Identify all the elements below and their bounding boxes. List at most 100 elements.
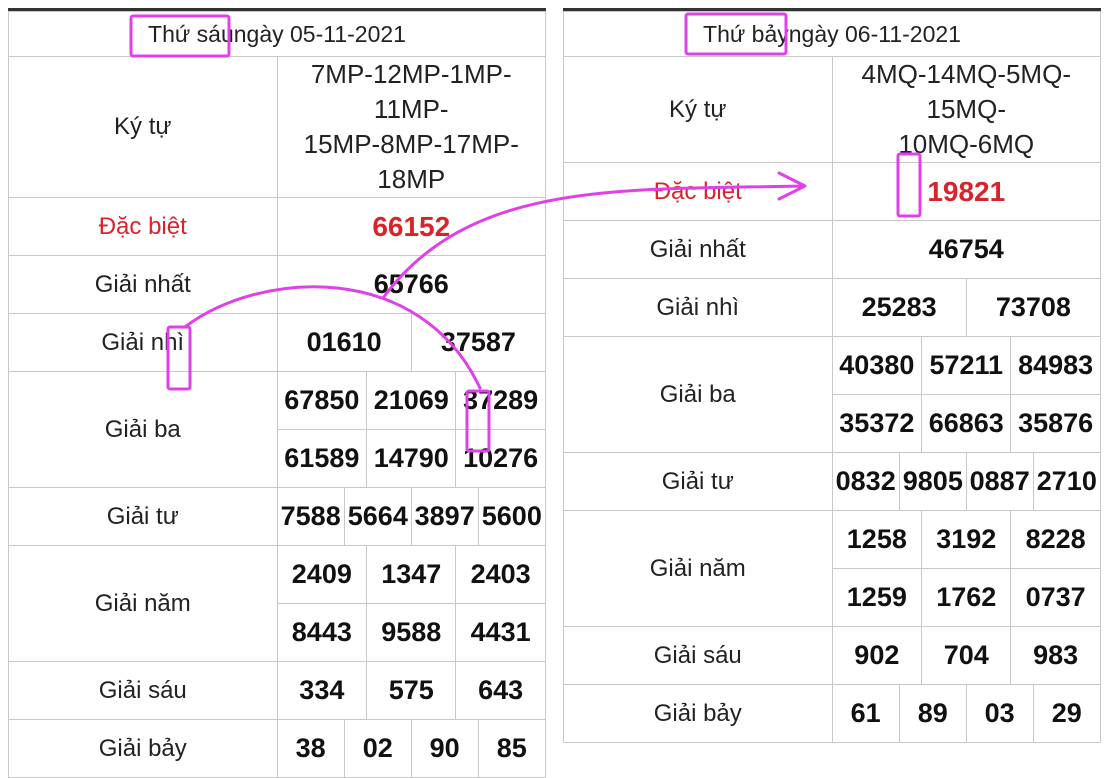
giai-nam-value: 0737: [1010, 568, 1100, 626]
giai-ba-value: 35372: [832, 394, 923, 452]
dac-biet-label: Đặc biệt: [563, 162, 833, 221]
giai-nhi-label: Giải nhì: [8, 313, 278, 372]
giai-nam-value: 1347: [366, 546, 457, 604]
day-name: Thứ sáu: [148, 20, 234, 47]
giai-sau-value: 643: [478, 675, 524, 705]
giai-bay-value: 29: [1051, 698, 1082, 728]
giai-sau-value: 983: [1033, 640, 1079, 670]
date-text: ngày 06-11-2021: [788, 20, 961, 47]
results-table-right: Thứ bảyngày 06-11-2021 Ký tự 4MQ-14MQ-5M…: [563, 11, 1101, 743]
giai-ba-label: Giải ba: [8, 371, 278, 488]
dac-biet-value: 19821: [831, 162, 1101, 221]
giai-ba-value: 61589: [277, 429, 368, 487]
giai-bay-value: 02: [344, 720, 412, 777]
giai-nam-value: 2403: [470, 559, 531, 589]
giai-ba-value: 35876: [1010, 394, 1100, 452]
giai-nam-cell: 1258 3192 8228 1259 1762 0737: [831, 510, 1101, 627]
giai-tu-cell: 0832 9805 0887 2710: [831, 452, 1101, 511]
results-panel-right: Thứ bảyngày 06-11-2021 Ký tự 4MQ-14MQ-5M…: [563, 8, 1101, 743]
giai-ba-value: 84983: [1018, 350, 1094, 380]
giai-bay-value: 61: [832, 685, 900, 742]
giai-ba-value: 10276: [455, 429, 545, 487]
giai-tu-value: 9805: [899, 453, 967, 510]
giai-nam-value: 1258: [832, 511, 923, 569]
giai-ba-cell: 40380 57211 84983 35372 66863 35876: [831, 336, 1101, 453]
giai-ba-value: 67850: [277, 372, 368, 430]
giai-tu-value: 3897: [411, 488, 479, 545]
ky-tu-value: 4MQ-14MQ-5MQ-15MQ- 10MQ-6MQ: [831, 56, 1101, 163]
giai-nhi-value: 01610: [277, 314, 412, 371]
date-header: Thứ sáungày 05-11-2021: [8, 11, 546, 57]
giai-nam-value: 4431: [455, 603, 545, 661]
giai-nam-value: 8443: [277, 603, 368, 661]
giai-ba-value: 14790: [366, 429, 457, 487]
giai-nhi-cell: 01610 37587: [276, 313, 546, 372]
giai-ba-value: 66863: [921, 394, 1012, 452]
giai-sau-value: 704: [921, 627, 1012, 684]
giai-bay-value: 90: [411, 720, 479, 777]
giai-sau-value: 902: [832, 627, 923, 684]
giai-ba-value: 40380: [832, 337, 923, 395]
giai-ba-value: 21069: [366, 372, 457, 430]
giai-nam-value: 3192: [921, 511, 1012, 569]
giai-nam-value: 9588: [366, 603, 457, 661]
giai-nam-value: 8228: [1025, 524, 1086, 554]
giai-ba-value: 57211: [921, 337, 1012, 395]
giai-tu-value: 5600: [481, 501, 542, 531]
giai-nhat-label: Giải nhất: [563, 220, 833, 279]
ky-tu-line: 4MQ-14MQ-5MQ-15MQ-: [861, 59, 1071, 124]
giai-bay-value: 38: [277, 720, 345, 777]
ky-tu-value: 7MP-12MP-1MP-11MP- 15MP-8MP-17MP-18MP: [276, 56, 546, 198]
giai-nam-label: Giải năm: [563, 510, 833, 627]
ky-tu-label: Ký tự: [563, 56, 833, 163]
giai-nam-cell: 2409 1347 2403 8443 9588 4431: [276, 545, 546, 662]
giai-tu-value: 0887: [966, 453, 1034, 510]
ky-tu-line: 10MQ-6MQ: [898, 129, 1035, 159]
giai-tu-cell: 7588 5664 3897 5600: [276, 487, 546, 546]
date-header: Thứ bảyngày 06-11-2021: [563, 11, 1101, 57]
giai-sau-label: Giải sáu: [8, 661, 278, 720]
giai-nhi-value: 25283: [832, 279, 967, 336]
giai-nam-value: 1259: [832, 568, 923, 626]
giai-ba-label: Giải ba: [563, 336, 833, 453]
giai-nhi-cell: 25283 73708: [831, 278, 1101, 337]
dac-biet-label: Đặc biệt: [8, 197, 278, 256]
giai-sau-value: 575: [366, 662, 457, 719]
day-name: Thứ bảy: [703, 20, 789, 47]
giai-nhat-value: 46754: [831, 220, 1101, 279]
giai-ba-value: 37289: [463, 385, 539, 415]
giai-nhi-label: Giải nhì: [563, 278, 833, 337]
results-panel-left: Thứ sáungày 05-11-2021 Ký tự 7MP-12MP-1M…: [8, 8, 546, 778]
giai-bay-cell: 38 02 90 85: [276, 719, 546, 778]
giai-bay-cell: 61 89 03 29: [831, 684, 1101, 743]
ky-tu-line: 15MP-8MP-17MP-18MP: [303, 129, 519, 194]
giai-bay-label: Giải bảy: [8, 719, 278, 778]
date-text: ngày 05-11-2021: [233, 20, 406, 47]
giai-nhi-value: 37587: [440, 327, 516, 357]
dac-biet-value: 66152: [276, 197, 546, 256]
giai-sau-cell: 334 575 643: [276, 661, 546, 720]
giai-tu-value: 0832: [832, 453, 900, 510]
ky-tu-label: Ký tự: [8, 56, 278, 198]
ky-tu-line: 7MP-12MP-1MP-11MP-: [310, 59, 512, 124]
giai-bay-value: 85: [496, 733, 527, 763]
giai-nam-label: Giải năm: [8, 545, 278, 662]
giai-nhat-value: 65766: [276, 255, 546, 314]
giai-nam-value: 1762: [921, 568, 1012, 626]
giai-tu-value: 7588: [277, 488, 345, 545]
giai-sau-label: Giải sáu: [563, 626, 833, 685]
giai-sau-cell: 902 704 983: [831, 626, 1101, 685]
giai-tu-value: 5664: [344, 488, 412, 545]
giai-tu-value: 2710: [1036, 466, 1097, 496]
giai-nhi-value: 73708: [995, 292, 1071, 322]
giai-nam-value: 2409: [277, 546, 368, 604]
results-table-left: Thứ sáungày 05-11-2021 Ký tự 7MP-12MP-1M…: [8, 11, 546, 778]
giai-bay-value: 89: [899, 685, 967, 742]
giai-sau-value: 334: [277, 662, 368, 719]
giai-nhat-label: Giải nhất: [8, 255, 278, 314]
giai-tu-label: Giải tư: [8, 487, 278, 546]
giai-bay-value: 03: [966, 685, 1034, 742]
giai-bay-label: Giải bảy: [563, 684, 833, 743]
giai-ba-cell: 67850 21069 37289 61589 14790 10276: [276, 371, 546, 488]
giai-tu-label: Giải tư: [563, 452, 833, 511]
